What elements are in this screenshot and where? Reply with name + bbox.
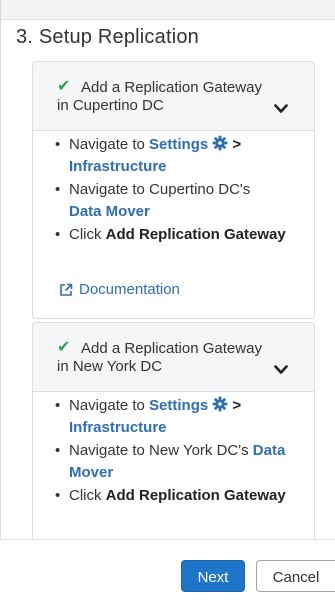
card-title: Add a Replication Gateway in New York DC bbox=[57, 340, 277, 376]
infrastructure-link[interactable]: Infrastructure bbox=[69, 158, 167, 175]
step-list: Navigate to Settings > Infrastructure Na… bbox=[33, 134, 314, 247]
documentation-link[interactable]: Documentation bbox=[59, 281, 180, 298]
chevron-down-icon[interactable] bbox=[274, 365, 288, 375]
list-item: Click Add Replication Gateway bbox=[33, 485, 314, 507]
list-item: Navigate to Cupertino DC's Data Mover bbox=[33, 179, 314, 223]
card-header[interactable]: ✔ Add a Replication Gateway in Cupertino… bbox=[33, 62, 314, 131]
card-title-line1: Add a Replication Gateway bbox=[81, 340, 262, 357]
list-item: Navigate to Settings > Infrastructure bbox=[33, 134, 314, 178]
next-button[interactable]: Next bbox=[181, 560, 245, 592]
settings-link[interactable]: Settings bbox=[149, 136, 208, 153]
list-item: Navigate to Settings > Infrastructure bbox=[33, 395, 314, 439]
external-link-icon bbox=[60, 283, 73, 296]
card-title-line1: Add a Replication Gateway bbox=[81, 79, 262, 96]
data-mover-link[interactable]: Data Mover bbox=[69, 203, 150, 220]
data-mover-link[interactable]: Data bbox=[253, 442, 286, 459]
card-header[interactable]: ✔ Add a Replication Gateway in New York … bbox=[33, 323, 314, 392]
step-card-cupertino: ✔ Add a Replication Gateway in Cupertino… bbox=[32, 61, 315, 319]
gear-icon bbox=[212, 396, 228, 412]
list-item: Click Add Replication Gateway bbox=[33, 224, 314, 246]
card-title-line2: in Cupertino DC bbox=[57, 97, 164, 114]
left-divider bbox=[0, 0, 1, 609]
data-mover-link-cont[interactable]: Mover bbox=[69, 464, 113, 481]
step-list: Navigate to Settings > Infrastructure Na… bbox=[33, 395, 314, 508]
card-title-line2: in New York DC bbox=[57, 358, 163, 375]
list-item: Navigate to New York DC's Data Mover bbox=[33, 440, 314, 484]
settings-link[interactable]: Settings bbox=[149, 397, 208, 414]
cancel-button[interactable]: Cancel bbox=[256, 560, 335, 592]
infrastructure-link[interactable]: Infrastructure bbox=[69, 419, 167, 436]
page-title: 3. Setup Replication bbox=[16, 26, 200, 48]
chevron-down-icon[interactable] bbox=[274, 104, 288, 114]
top-bar bbox=[0, 0, 335, 20]
card-title: Add a Replication Gateway in Cupertino D… bbox=[57, 79, 277, 115]
gear-icon bbox=[212, 135, 228, 151]
